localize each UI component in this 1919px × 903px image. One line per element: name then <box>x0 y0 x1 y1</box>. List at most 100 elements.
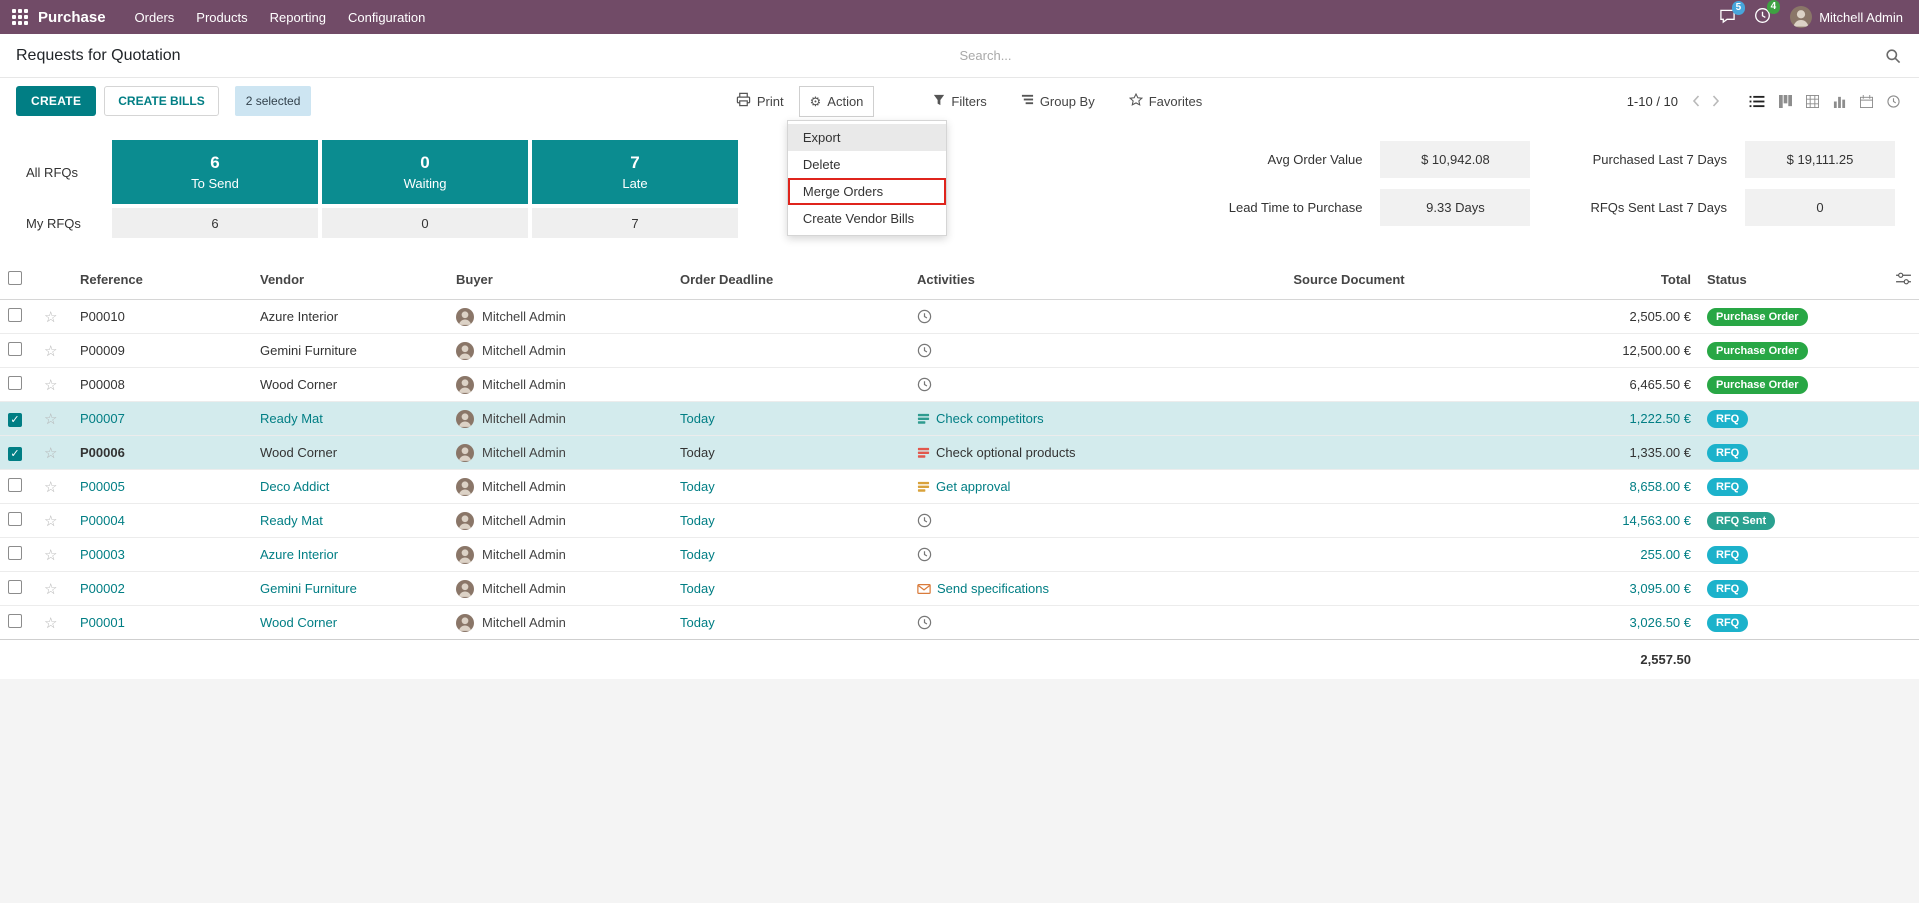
action-button[interactable]: ⚙ Action <box>798 85 875 117</box>
header-vendor[interactable]: Vendor <box>252 260 448 300</box>
row-checkbox[interactable] <box>8 580 22 594</box>
create-button[interactable]: CREATE <box>16 86 97 116</box>
row-checkbox[interactable] <box>8 376 22 390</box>
favorite-star-icon[interactable]: ☆ <box>44 513 57 530</box>
favorite-star-icon[interactable]: ☆ <box>44 581 57 598</box>
nav-menu-configuration[interactable]: Configuration <box>337 1 436 34</box>
favorites-button[interactable]: Favorites <box>1118 85 1213 117</box>
tile-value: 7 <box>630 153 640 172</box>
status-cell: RFQ <box>1699 469 1859 504</box>
source-document-cell <box>1139 300 1559 334</box>
app-name[interactable]: Purchase <box>38 9 106 26</box>
breadcrumb-bar: Requests for Quotation <box>0 34 1919 78</box>
favorite-star-icon[interactable]: ☆ <box>44 615 57 632</box>
reference-cell: P00003 <box>72 537 252 572</box>
activities-button[interactable]: 4 <box>1745 0 1781 32</box>
activity-cell[interactable] <box>909 367 1139 402</box>
pager-next-icon[interactable] <box>1706 93 1726 109</box>
rfq-tile-waiting[interactable]: 0 Waiting <box>322 140 528 204</box>
table-row-p00002[interactable]: ☆ P00002 Gemini Furniture Mitchell Admin Tod… <box>0 571 1919 606</box>
action-menu-item-export[interactable]: Export <box>787 124 946 151</box>
table-row-p00001[interactable]: ☆ P00001 Wood Corner Mitchell Admin Today 3,0… <box>0 605 1919 640</box>
filters-button[interactable]: Filters <box>922 86 997 117</box>
my-rfq-tile-waiting[interactable]: 0 <box>322 208 528 238</box>
my-rfq-tile-late[interactable]: 7 <box>532 208 738 238</box>
table-row-p00003[interactable]: ☆ P00003 Azure Interior Mitchell Admin Today… <box>0 537 1919 572</box>
row-checkbox[interactable] <box>8 614 22 628</box>
table-row-p00007[interactable]: ✓ ☆ P00007 Ready Mat Mitchell Admin Today Chec… <box>0 401 1919 436</box>
activity-cell[interactable] <box>909 300 1139 334</box>
print-button[interactable]: Print <box>725 84 795 118</box>
reference-cell: P00008 <box>72 367 252 402</box>
activity-cell[interactable]: Get approval <box>909 469 1139 504</box>
buyer-avatar <box>456 511 474 530</box>
user-menu[interactable]: Mitchell Admin <box>1780 6 1909 28</box>
favorite-star-icon[interactable]: ☆ <box>44 445 57 462</box>
rfq-tile-late[interactable]: 7 Late <box>532 140 738 204</box>
pager-previous-icon[interactable] <box>1686 93 1706 109</box>
favorite-star-icon[interactable]: ☆ <box>44 547 57 564</box>
row-checkbox[interactable] <box>8 308 22 322</box>
pager-range[interactable]: 1-10 / 10 <box>1627 94 1678 109</box>
deadline-cell <box>672 367 909 402</box>
nav-menu-orders[interactable]: Orders <box>124 1 186 34</box>
favorite-star-icon[interactable]: ☆ <box>44 479 57 496</box>
activity-cell[interactable]: Check optional products <box>909 435 1139 470</box>
activity-cell[interactable] <box>909 605 1139 640</box>
select-all-checkbox[interactable] <box>8 271 22 285</box>
group-by-button[interactable]: Group By <box>1010 85 1106 117</box>
rfq-list: Reference Vendor Buyer Order Deadline Ac… <box>0 260 1919 679</box>
header-activities[interactable]: Activities <box>909 260 1139 300</box>
header-total[interactable]: Total <box>1559 260 1699 300</box>
row-checkbox[interactable] <box>8 546 22 560</box>
view-switch-calendar-icon[interactable] <box>1853 89 1880 114</box>
view-switch-clock-icon[interactable] <box>1880 89 1907 114</box>
table-row-p00004[interactable]: ☆ P00004 Ready Mat Mitchell Admin Today 14,56… <box>0 503 1919 538</box>
favorite-star-icon[interactable]: ☆ <box>44 377 57 394</box>
favorite-star-icon[interactable]: ☆ <box>44 309 57 326</box>
row-checkbox[interactable] <box>8 342 22 356</box>
view-switch-pivot-icon[interactable] <box>1799 89 1826 114</box>
row-checkbox[interactable]: ✓ <box>8 412 22 427</box>
apps-grid-icon[interactable] <box>12 9 28 25</box>
header-source[interactable]: Source Document <box>1139 260 1559 300</box>
action-menu-item-merge-orders[interactable]: Merge Orders <box>787 178 946 205</box>
header-reference[interactable]: Reference <box>72 260 252 300</box>
nav-menu-reporting[interactable]: Reporting <box>259 1 337 34</box>
source-document-cell <box>1139 571 1559 606</box>
header-buyer[interactable]: Buyer <box>448 260 672 300</box>
search-input[interactable] <box>959 48 1881 63</box>
rfq-tile-to-send[interactable]: 6 To Send <box>112 140 318 204</box>
table-row-p00005[interactable]: ☆ P00005 Deco Addict Mitchell Admin Today Get… <box>0 469 1919 504</box>
activity-cell[interactable] <box>909 537 1139 572</box>
reference-cell: P00004 <box>72 503 252 538</box>
activity-cell[interactable]: Send specifications <box>909 571 1139 606</box>
messages-button[interactable]: 5 <box>1710 0 1746 32</box>
row-checkbox[interactable]: ✓ <box>8 446 22 461</box>
optional-columns-icon[interactable] <box>1896 272 1911 288</box>
vendor-cell: Ready Mat <box>252 503 448 538</box>
my-rfq-tile-to-send[interactable]: 6 <box>112 208 318 238</box>
row-checkbox[interactable] <box>8 478 22 492</box>
favorite-star-icon[interactable]: ☆ <box>44 411 57 428</box>
table-row-p00009[interactable]: ☆ P00009 Gemini Furniture Mitchell Admin 12,… <box>0 333 1919 368</box>
row-checkbox[interactable] <box>8 512 22 526</box>
view-switch-list-icon[interactable] <box>1742 89 1772 114</box>
nav-menu-products[interactable]: Products <box>185 1 258 34</box>
activity-cell[interactable]: Check competitors <box>909 401 1139 436</box>
action-menu-item-delete[interactable]: Delete <box>788 151 946 178</box>
search-icon[interactable] <box>1881 44 1905 68</box>
table-row-p00008[interactable]: ☆ P00008 Wood Corner Mitchell Admin 6,465.50… <box>0 367 1919 402</box>
header-deadline[interactable]: Order Deadline <box>672 260 909 300</box>
table-row-p00010[interactable]: ☆ P00010 Azure Interior Mitchell Admin 2,505… <box>0 300 1919 334</box>
favorite-star-icon[interactable]: ☆ <box>44 343 57 360</box>
header-status[interactable]: Status <box>1699 260 1859 300</box>
activity-cell[interactable] <box>909 333 1139 368</box>
my-rfqs-label: My RFQs <box>26 215 81 231</box>
action-menu-item-create-vendor-bills[interactable]: Create Vendor Bills <box>788 205 946 232</box>
view-switch-kanban-icon[interactable] <box>1772 89 1799 114</box>
create-bills-button[interactable]: CREATE BILLS <box>104 86 219 116</box>
view-switch-graph-icon[interactable] <box>1826 89 1853 114</box>
table-row-p00006[interactable]: ✓ ☆ P00006 Wood Corner Mitchell Admin Today Ch… <box>0 435 1919 470</box>
activity-cell[interactable] <box>909 503 1139 538</box>
